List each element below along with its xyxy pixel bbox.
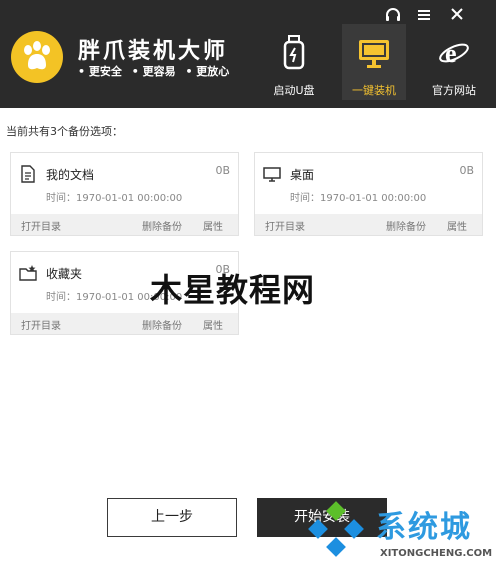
nav-label: 官方网站: [432, 84, 476, 97]
watermark-center-text: 木星教程网: [150, 271, 316, 309]
backup-name: 收藏夹: [46, 267, 83, 281]
slogan: • 更安全: [78, 65, 122, 78]
previous-step-button[interactable]: 上一步: [107, 498, 237, 537]
ie-browser-icon: e: [439, 39, 469, 68]
backup-size: 0B: [459, 164, 474, 177]
backup-time: 时间：1970-01-01 00:00:00: [290, 193, 427, 204]
paw-icon: [24, 41, 50, 70]
monitor-icon: [359, 40, 389, 68]
close-icon[interactable]: [447, 6, 467, 24]
slogan: • 更容易: [131, 65, 176, 78]
nav-usb-boot[interactable]: 启动U盘: [262, 30, 326, 100]
app-title: 胖爪装机大师: [78, 39, 229, 64]
favorites-folder-icon: [19, 265, 37, 281]
backup-card-desktop: 桌面 0B 时间：1970-01-01 00:00:00 打开目录 删除备份 属…: [254, 152, 483, 236]
watermark-diamond-logo: [308, 501, 364, 557]
paw-logo: [11, 31, 63, 83]
watermark-brand-text: 系统城: [376, 510, 472, 545]
menu-icon[interactable]: [414, 6, 434, 24]
backup-name: 桌面: [290, 168, 315, 182]
properties-link[interactable]: 属性: [203, 218, 223, 233]
nav-label: 启动U盘: [273, 84, 315, 97]
backup-card-footer: 打开目录 删除备份 属性: [11, 214, 238, 235]
desktop-icon: [263, 167, 281, 182]
backup-size: 0B: [215, 164, 230, 177]
svg-text:e: e: [445, 39, 457, 68]
open-directory-link[interactable]: 打开目录: [265, 218, 305, 233]
backup-count-text: 当前共有3个备份选项：: [6, 125, 123, 138]
nav-one-click-install[interactable]: 一键装机: [342, 24, 406, 100]
delete-backup-link[interactable]: 删除备份: [142, 218, 182, 233]
usb-drive-icon: [283, 35, 305, 70]
delete-backup-link[interactable]: 删除备份: [142, 317, 182, 332]
watermark-url: XITONGCHENG.COM: [380, 548, 493, 559]
nav-label: 一键装机: [352, 84, 396, 97]
open-directory-link[interactable]: 打开目录: [21, 317, 61, 332]
backup-card-footer: 打开目录 删除备份 属性: [255, 214, 482, 235]
backup-name: 我的文档: [46, 168, 95, 182]
backup-card-footer: 打开目录 删除备份 属性: [11, 313, 238, 334]
headset-icon[interactable]: [383, 6, 403, 24]
open-directory-link[interactable]: 打开目录: [21, 218, 61, 233]
backup-time: 时间：1970-01-01 00:00:00: [46, 193, 183, 204]
backup-card-documents: 我的文档 0B 时间：1970-01-01 00:00:00 打开目录 删除备份…: [10, 152, 239, 236]
delete-backup-link[interactable]: 删除备份: [386, 218, 426, 233]
properties-link[interactable]: 属性: [203, 317, 223, 332]
slogans: • 更安全 • 更容易 • 更放心: [78, 63, 235, 79]
document-icon: [21, 165, 35, 183]
app-header: 胖爪装机大师 • 更安全 • 更容易 • 更放心 启动U盘 一键装机 e 官方网…: [0, 0, 496, 108]
properties-link[interactable]: 属性: [447, 218, 467, 233]
nav-official-site[interactable]: e 官方网站: [422, 30, 486, 100]
slogan: • 更放心: [185, 65, 230, 78]
